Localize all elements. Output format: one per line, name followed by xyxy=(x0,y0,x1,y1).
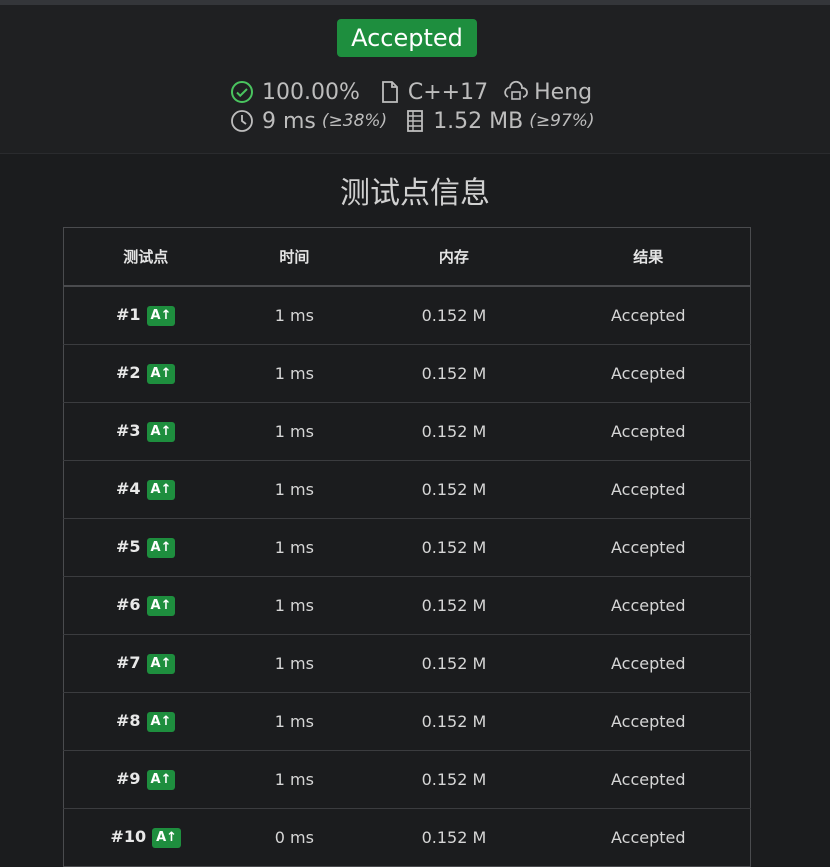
testcase-memory: 0.152 M xyxy=(361,692,547,751)
testcase-memory: 0.152 M xyxy=(361,750,547,809)
submission-summary: Accepted 100.00% C++17 Heng 9 ms (≥38%) … xyxy=(0,5,830,154)
testcase-result: Accepted xyxy=(546,576,751,635)
testcase-tag: A↑ xyxy=(146,769,176,790)
user-cloud-icon[interactable] xyxy=(502,78,530,106)
testcase-result: Accepted xyxy=(546,692,751,751)
file-icon xyxy=(376,78,404,106)
time-value: 9 ms xyxy=(262,108,316,134)
score-value: 100.00% xyxy=(262,79,360,105)
testcase-result: Accepted xyxy=(546,286,751,345)
language-value: C++17 xyxy=(407,79,489,105)
testcase-result: Accepted xyxy=(546,518,751,577)
user-value[interactable]: Heng xyxy=(534,80,592,105)
testcase-id: #8 xyxy=(115,711,141,731)
testcase-result: Accepted xyxy=(546,402,751,461)
test-results-table: 测试点 时间 内存 结果 #1 A↑ 1 ms 0.152 M Accepted … xyxy=(63,227,751,867)
table-header-row: 测试点 时间 内存 结果 xyxy=(63,227,751,287)
testcase-tag: A↑ xyxy=(146,479,176,500)
testcase-memory: 0.152 M xyxy=(361,576,547,635)
table-row[interactable]: #1 A↑ 1 ms 0.152 M Accepted xyxy=(63,286,751,345)
testcase-id: #5 xyxy=(115,537,141,557)
testcase-memory: 0.152 M xyxy=(361,286,547,345)
testcase-result: Accepted xyxy=(546,750,751,809)
testcase-tag: A↑ xyxy=(146,595,176,616)
check-circle-icon xyxy=(228,78,256,106)
testcase-result: Accepted xyxy=(546,460,751,519)
testcase-memory: 0.152 M xyxy=(361,518,547,577)
testcase-tag: A↑ xyxy=(146,305,176,326)
testcase-id: #2 xyxy=(115,363,141,383)
testcase-memory: 0.152 M xyxy=(361,634,547,693)
testcase-id: #9 xyxy=(115,769,141,789)
header-result: 结果 xyxy=(546,227,751,287)
testcase-tag: A↑ xyxy=(146,711,176,732)
memory-icon xyxy=(401,107,429,135)
table-row[interactable]: #9 A↑ 1 ms 0.152 M Accepted xyxy=(63,750,751,809)
testcase-time: 1 ms xyxy=(227,750,362,809)
table-row[interactable]: #7 A↑ 1 ms 0.152 M Accepted xyxy=(63,634,751,693)
header-testcase: 测试点 xyxy=(63,227,228,287)
table-row[interactable]: #6 A↑ 1 ms 0.152 M Accepted xyxy=(63,576,751,635)
table-row[interactable]: #2 A↑ 1 ms 0.152 M Accepted xyxy=(63,344,751,403)
testcase-memory: 0.152 M xyxy=(361,344,547,403)
testcase-time: 1 ms xyxy=(227,634,362,693)
testcase-time: 1 ms xyxy=(227,692,362,751)
summary-row-1: 100.00% C++17 Heng xyxy=(228,77,592,107)
testcase-tag: A↑ xyxy=(152,827,182,848)
testcase-time: 1 ms xyxy=(227,286,362,345)
testcase-time: 1 ms xyxy=(227,576,362,635)
testcase-time: 1 ms xyxy=(227,518,362,577)
header-memory: 内存 xyxy=(361,227,547,287)
testcase-result: Accepted xyxy=(546,634,751,693)
section-title: 测试点信息 xyxy=(340,176,490,211)
testcase-time: 1 ms xyxy=(227,460,362,519)
testcase-tag: A↑ xyxy=(146,537,176,558)
testcase-tag: A↑ xyxy=(146,363,176,384)
status-badge: Accepted xyxy=(337,19,477,57)
testcase-id: #10 xyxy=(110,827,147,847)
table-row[interactable]: #4 A↑ 1 ms 0.152 M Accepted xyxy=(63,460,751,519)
testcase-memory: 0.152 M xyxy=(361,460,547,519)
testcase-tag: A↑ xyxy=(146,421,176,442)
testcase-id: #3 xyxy=(115,421,141,441)
testcase-id: #6 xyxy=(115,595,141,615)
summary-row-2: 9 ms (≥38%) 1.52 MB (≥97%) xyxy=(228,106,595,136)
testcase-memory: 0.152 M xyxy=(361,402,547,461)
testcase-id: #1 xyxy=(115,305,141,325)
memory-value: 1.52 MB xyxy=(433,108,524,134)
testcase-result: Accepted xyxy=(546,344,751,403)
testcase-time: 1 ms xyxy=(227,344,362,403)
table-row[interactable]: #3 A↑ 1 ms 0.152 M Accepted xyxy=(63,402,751,461)
table-row[interactable]: #8 A↑ 1 ms 0.152 M Accepted xyxy=(63,692,751,751)
header-time: 时间 xyxy=(227,227,362,287)
time-rank: (≥38%) xyxy=(321,111,388,131)
table-row[interactable]: #5 A↑ 1 ms 0.152 M Accepted xyxy=(63,518,751,577)
testcase-id: #4 xyxy=(115,479,141,499)
testcase-tag: A↑ xyxy=(146,653,176,674)
clock-icon xyxy=(228,107,256,135)
memory-rank: (≥97%) xyxy=(529,111,595,131)
testcase-time: 1 ms xyxy=(227,402,362,461)
testcase-id: #7 xyxy=(115,653,141,673)
